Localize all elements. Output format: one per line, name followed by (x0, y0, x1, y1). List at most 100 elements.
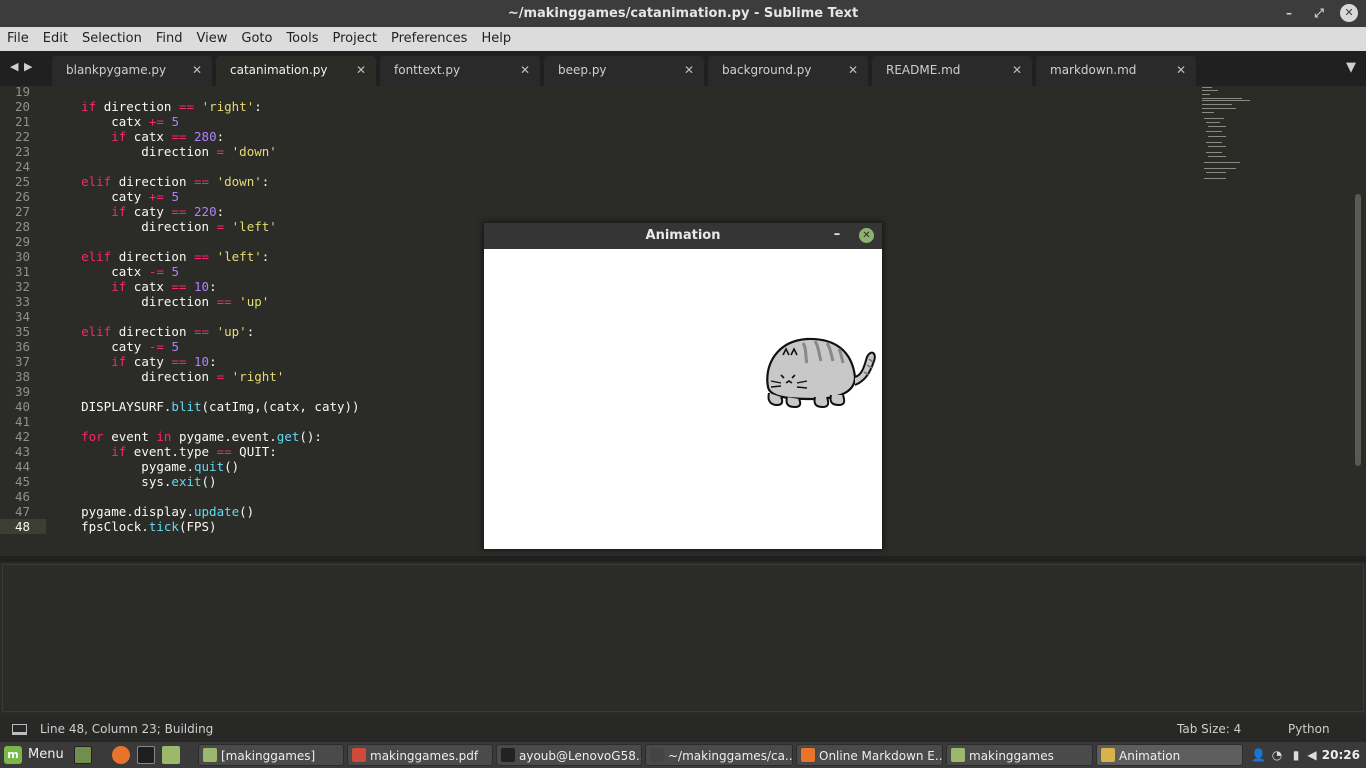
app-icon (203, 748, 217, 762)
cursor-position-status: Line 48, Column 23; Building (40, 722, 214, 736)
code-line[interactable]: elif direction == 'up': (51, 324, 254, 339)
panel-toggle-icon[interactable] (12, 724, 27, 735)
tab-catanimation-py[interactable]: catanimation.py ✕ (216, 56, 376, 86)
firefox-icon[interactable] (112, 746, 130, 764)
tab-close-icon[interactable]: ✕ (356, 56, 366, 84)
code-line[interactable]: if event.type == QUIT: (51, 444, 277, 459)
volume-icon[interactable]: ◀ (1305, 748, 1319, 762)
code-line[interactable]: catx += 5 (51, 114, 179, 129)
taskbar-window-label: ~/makinggames/ca... (668, 749, 793, 763)
code-line[interactable]: if caty == 220: (51, 204, 224, 219)
tab-next-icon[interactable]: ▶ (24, 60, 32, 73)
code-line[interactable]: direction = 'right' (51, 369, 284, 384)
line-number: 29 (14, 234, 30, 249)
tab-label: markdown.md (1050, 63, 1137, 77)
close-icon[interactable]: ✕ (859, 228, 874, 243)
cat-image (766, 337, 876, 409)
menu-view[interactable]: View (190, 27, 235, 51)
line-number: 20 (14, 99, 30, 114)
code-line[interactable]: elif direction == 'left': (51, 249, 269, 264)
wifi-icon[interactable]: ◔ (1270, 748, 1284, 762)
menu-edit[interactable]: Edit (36, 27, 75, 51)
taskbar-window-button[interactable]: makinggames (946, 744, 1093, 766)
minimize-icon[interactable]: – (1280, 4, 1298, 22)
taskbar-window-label: makinggames.pdf (370, 749, 479, 763)
tab-size-status[interactable]: Tab Size: 4 (1177, 716, 1241, 742)
line-number: 39 (14, 384, 30, 399)
taskbar-window-button[interactable]: ayoub@LenovoG58... (496, 744, 642, 766)
close-icon[interactable]: ✕ (1340, 4, 1358, 22)
menu-find[interactable]: Find (149, 27, 190, 51)
tab-close-icon[interactable]: ✕ (684, 56, 694, 84)
clock[interactable]: 20:26 (1322, 742, 1360, 768)
animation-window[interactable]: Animation – ✕ (483, 222, 883, 549)
tab-background-py[interactable]: background.py ✕ (708, 56, 868, 86)
menu-tools[interactable]: Tools (279, 27, 325, 51)
code-line[interactable]: if direction == 'right': (51, 99, 262, 114)
start-menu-button[interactable]: m Menu (4, 745, 64, 765)
tab-label: fonttext.py (394, 63, 461, 77)
code-line[interactable]: DISPLAYSURF.blit(catImg,(catx, caty)) (51, 399, 359, 414)
tab-close-icon[interactable]: ✕ (192, 56, 202, 84)
line-number: 30 (14, 249, 30, 264)
terminal-icon[interactable] (137, 746, 155, 764)
tab-close-icon[interactable]: ✕ (1176, 56, 1186, 84)
game-canvas[interactable] (484, 249, 882, 549)
code-line[interactable]: catx -= 5 (51, 264, 179, 279)
tab-markdown-md[interactable]: markdown.md ✕ (1036, 56, 1196, 86)
animation-window-titlebar[interactable]: Animation – ✕ (484, 223, 882, 249)
menu-help[interactable]: Help (474, 27, 518, 51)
tab-label: beep.py (558, 63, 607, 77)
taskbar: m Menu 👤 ◔ ▮ ◀ 20:26 [makinggames] makingg… (0, 742, 1366, 768)
code-line[interactable]: pygame.display.update() (51, 504, 254, 519)
vertical-scrollbar[interactable] (1355, 194, 1361, 466)
code-line[interactable]: direction = 'down' (51, 144, 277, 159)
tab-beep-py[interactable]: beep.py ✕ (544, 56, 704, 86)
tab-close-icon[interactable]: ✕ (1012, 56, 1022, 84)
code-line[interactable]: caty -= 5 (51, 339, 179, 354)
menu-bar: File Edit Selection Find View Goto Tools Projec… (0, 27, 1366, 51)
tab-prev-icon[interactable]: ◀ (10, 60, 18, 73)
minimap[interactable] (1200, 86, 1260, 186)
code-line[interactable]: caty += 5 (51, 189, 179, 204)
code-line[interactable]: if catx == 280: (51, 129, 224, 144)
line-number: 36 (14, 339, 30, 354)
menu-file[interactable]: File (0, 27, 36, 51)
code-line[interactable]: direction == 'up' (51, 294, 269, 309)
tab-fonttext-py[interactable]: fonttext.py ✕ (380, 56, 540, 86)
code-line[interactable]: if caty == 10: (51, 354, 216, 369)
code-line[interactable]: direction = 'left' (51, 219, 277, 234)
menu-selection[interactable]: Selection (75, 27, 149, 51)
taskbar-window-button[interactable]: Online Markdown E... (796, 744, 943, 766)
taskbar-window-button[interactable]: makinggames.pdf (347, 744, 493, 766)
syntax-status[interactable]: Python (1288, 716, 1330, 742)
tab-close-icon[interactable]: ✕ (520, 56, 530, 84)
taskbar-window-button[interactable]: [makinggames] (198, 744, 344, 766)
code-line[interactable]: elif direction == 'down': (51, 174, 269, 189)
minimize-icon[interactable]: – (830, 226, 844, 244)
tab-blankpygame-py[interactable]: blankpygame.py ✕ (52, 56, 212, 86)
code-line[interactable]: fpsClock.tick(FPS) (51, 519, 217, 534)
tab-list-dropdown-icon[interactable]: ▼ (1346, 60, 1356, 75)
animation-window-title: Animation (645, 228, 721, 243)
code-line[interactable]: if catx == 10: (51, 279, 216, 294)
tab-readme-md[interactable]: README.md ✕ (872, 56, 1032, 86)
app-icon (951, 748, 965, 762)
show-desktop-icon[interactable] (74, 746, 92, 764)
menu-preferences[interactable]: Preferences (384, 27, 474, 51)
line-number: 38 (14, 369, 30, 384)
taskbar-window-button[interactable]: Animation (1096, 744, 1243, 766)
files-icon[interactable] (162, 746, 180, 764)
menu-goto[interactable]: Goto (234, 27, 279, 51)
maximize-icon[interactable]: ⤢ (1310, 4, 1328, 22)
battery-icon[interactable]: ▮ (1289, 748, 1303, 762)
code-line[interactable]: sys.exit() (51, 474, 216, 489)
code-line[interactable]: pygame.quit() (51, 459, 239, 474)
line-number: 19 (14, 86, 30, 99)
menu-project[interactable]: Project (325, 27, 383, 51)
code-line[interactable]: for event in pygame.event.get(): (51, 429, 322, 444)
tab-close-icon[interactable]: ✕ (848, 56, 858, 84)
user-icon[interactable]: 👤 (1251, 748, 1266, 762)
taskbar-window-button[interactable]: ~/makinggames/ca... (645, 744, 793, 766)
tab-label: catanimation.py (230, 63, 328, 77)
